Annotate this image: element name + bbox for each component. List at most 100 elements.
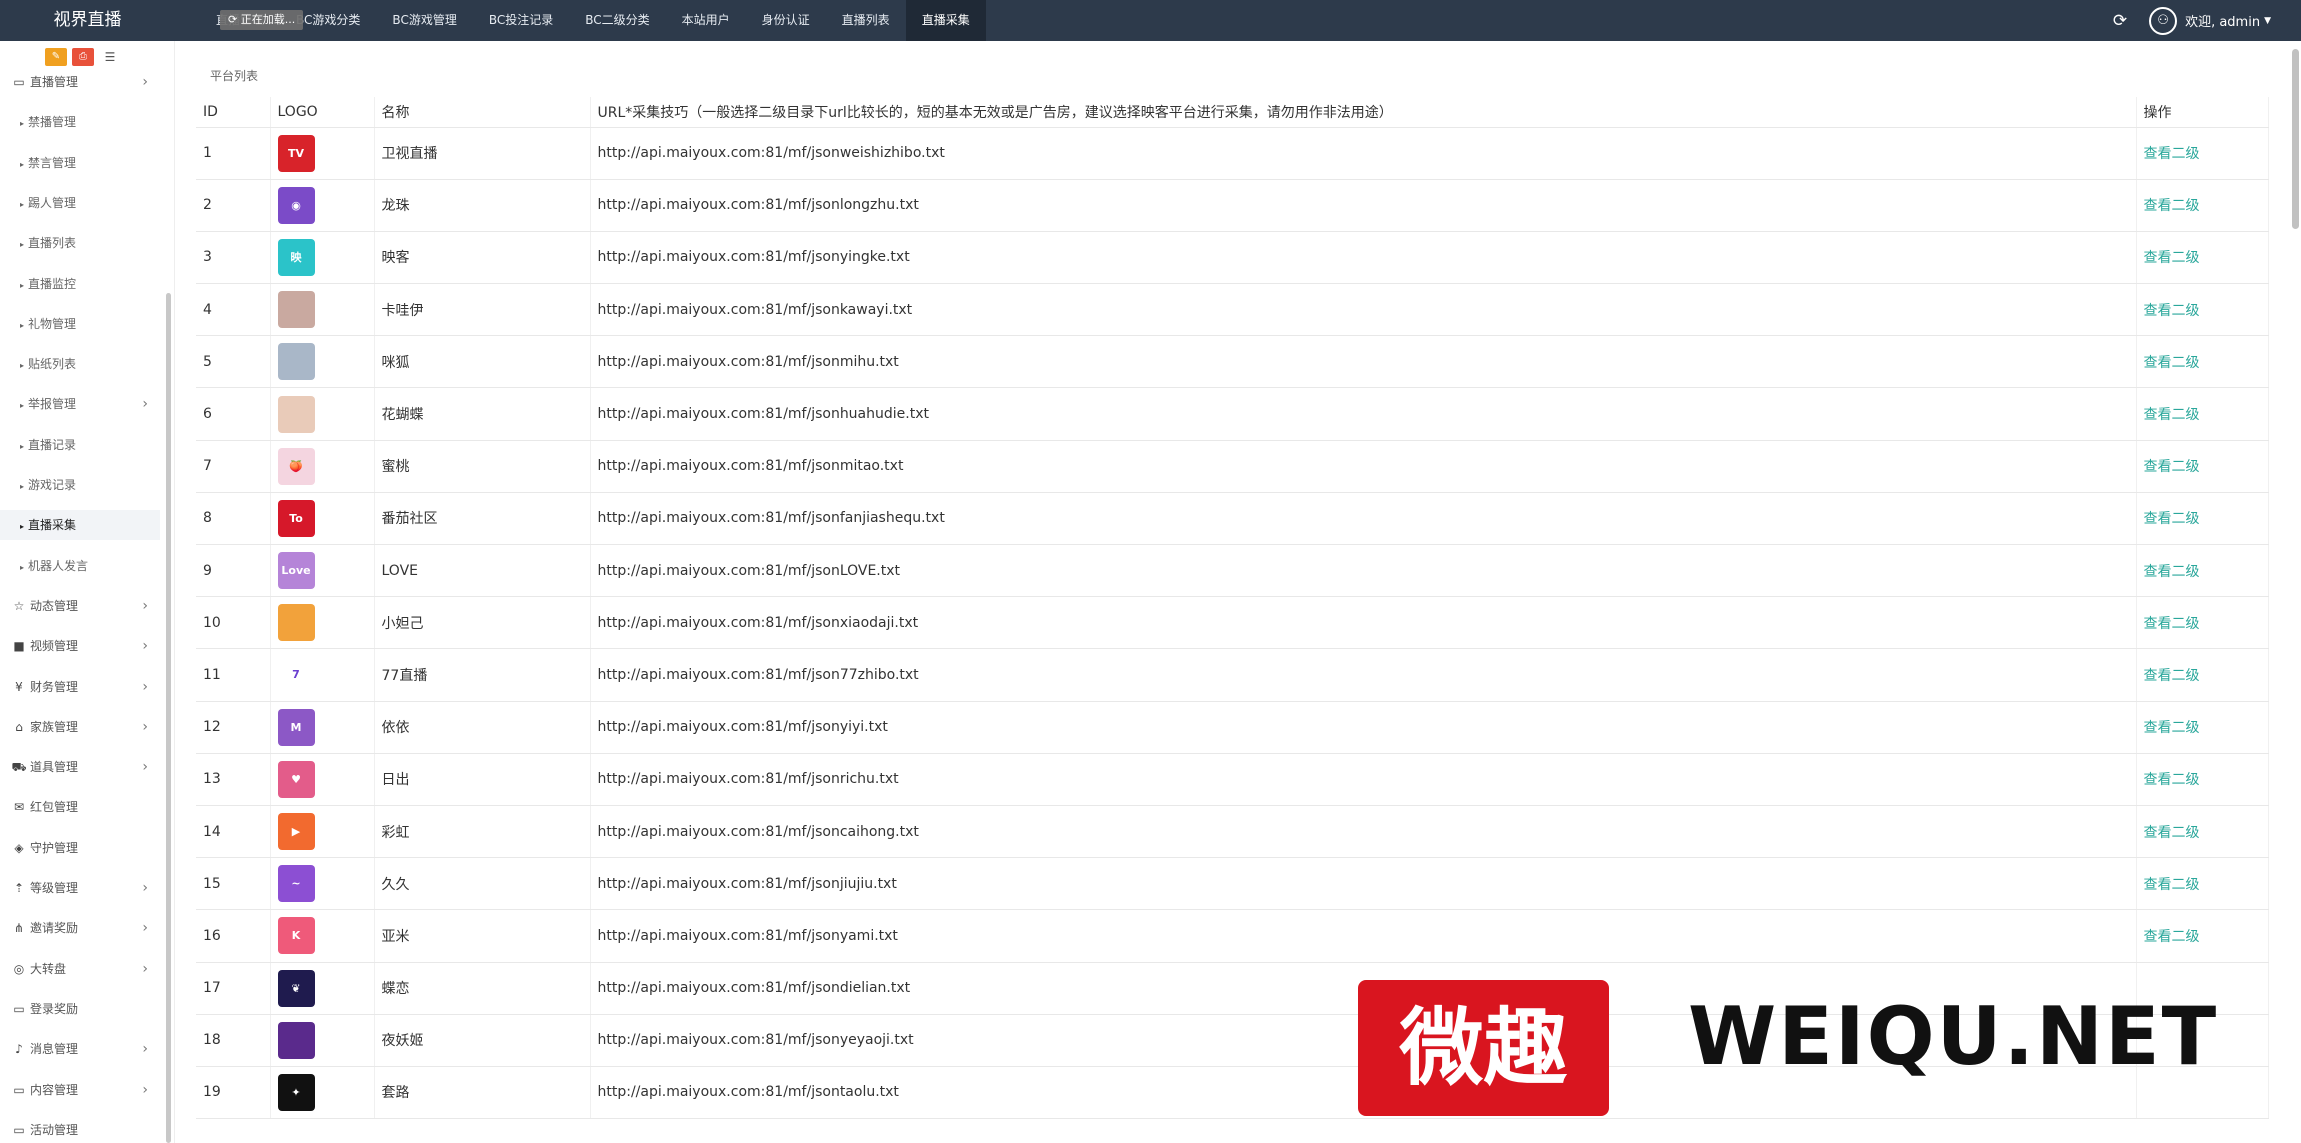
- sidebar-item-1[interactable]: ▸ 禁播管理: [0, 107, 160, 137]
- cell-id: 2: [196, 179, 271, 232]
- view-level2-link[interactable]: 查看二级: [2144, 929, 2200, 945]
- sidebar-item-14[interactable]: ■ 视频管理 ›: [0, 631, 160, 661]
- sidebar-item-2[interactable]: ▸ 禁言管理: [0, 148, 160, 178]
- view-level2-link[interactable]: 查看二级: [2144, 511, 2200, 527]
- sidebar-item-26[interactable]: ▭ 活动管理: [0, 1115, 160, 1143]
- view-level2-link[interactable]: 查看二级: [2144, 303, 2200, 319]
- sidebar-item-15[interactable]: ¥ 财务管理 ›: [0, 672, 160, 702]
- cell-logo: Love: [270, 544, 375, 598]
- view-level2-link[interactable]: 查看二级: [2144, 250, 2200, 266]
- view-level2-link[interactable]: 查看二级: [2144, 355, 2200, 371]
- yen-icon: ¥: [15, 679, 23, 694]
- top-right-tools: ⟳ ⚇ 欢迎, admin ▼: [2113, 0, 2271, 41]
- table-row: 8 To 番茄社区 http://api.maiyoux.com:81/mf/json…: [196, 492, 2269, 546]
- view-level2-link[interactable]: 查看二级: [2144, 459, 2200, 475]
- bell-icon: ♪: [15, 1042, 23, 1057]
- sidebar-scrollbar[interactable]: [166, 293, 171, 1143]
- tab-3[interactable]: BC投注记录: [473, 0, 569, 41]
- cell-action: 查看二级: [2136, 231, 2269, 285]
- sidebar-item-17[interactable]: ⛟ 道具管理 ›: [0, 752, 160, 782]
- sidebar-item-7[interactable]: ▸ 贴纸列表: [0, 349, 160, 379]
- tab-7[interactable]: 直播列表: [826, 0, 906, 41]
- cell-logo: M: [270, 701, 375, 754]
- bullet-icon: ▸: [20, 522, 25, 532]
- sidebar-item-label: 活动管理: [30, 1122, 79, 1137]
- tab-2[interactable]: BC游戏管理: [376, 0, 472, 41]
- user-greeting[interactable]: 欢迎, admin: [2185, 11, 2260, 30]
- cell-id: 19: [196, 1066, 271, 1120]
- sidebar-item-16[interactable]: ⌂ 家族管理 ›: [0, 712, 160, 742]
- table-row: 15 ~ 久久 http://api.maiyoux.com:81/mf/jsonji…: [196, 857, 2269, 911]
- table-row: 5 咪狐 http://api.maiyoux.com:81/mf/jsonmihu…: [196, 335, 2269, 389]
- tab-4[interactable]: BC二级分类: [569, 0, 665, 41]
- sidebar-item-6[interactable]: ▸ 礼物管理: [0, 309, 160, 339]
- view-level2-link[interactable]: 查看二级: [2144, 772, 2200, 788]
- sidebar-item-21[interactable]: ⋔ 邀请奖励 ›: [0, 913, 160, 943]
- view-level2-link[interactable]: 查看二级: [2144, 825, 2200, 841]
- refresh-icon[interactable]: ⟳: [2113, 11, 2127, 31]
- sidebar-item-24[interactable]: ♪ 消息管理 ›: [0, 1034, 160, 1064]
- sidebar-item-22[interactable]: ◎ 大转盘 ›: [0, 954, 160, 984]
- sidebar-item-11[interactable]: ▸ 直播采集: [0, 510, 160, 541]
- avatar[interactable]: ⚇: [2149, 6, 2178, 35]
- cell-url: http://api.maiyoux.com:81/mf/jsonmihu.tx…: [590, 335, 2137, 389]
- col-logo: LOGO: [270, 97, 375, 128]
- edit-icon[interactable]: ✎: [45, 48, 67, 66]
- sitemap-icon: ⋔: [13, 921, 25, 936]
- sidebar-item-0[interactable]: ▭ 直播管理 ›: [0, 67, 160, 97]
- sidebar-item-13[interactable]: ☆ 动态管理 ›: [0, 591, 160, 621]
- sidebar-item-10[interactable]: ▸ 游戏记录: [0, 470, 160, 500]
- tab-8[interactable]: 直播采集: [905, 0, 986, 41]
- chevron-right-icon: ›: [142, 74, 148, 90]
- view-level2-link[interactable]: 查看二级: [2144, 668, 2200, 684]
- sidebar-item-20[interactable]: ⇡ 等级管理 ›: [0, 873, 160, 903]
- cell-name: 番茄社区: [374, 492, 591, 546]
- app-brand[interactable]: 视界直播: [0, 0, 175, 41]
- cell-logo: K: [270, 909, 375, 963]
- tab-5[interactable]: 本站用户: [666, 0, 746, 41]
- view-level2-link[interactable]: 查看二级: [2144, 616, 2200, 632]
- table-row: 14 ▶ 彩虹 http://api.maiyoux.com:81/mf/jsonca…: [196, 805, 2269, 859]
- view-level2-link[interactable]: 查看二级: [2144, 877, 2200, 893]
- sidebar-item-3[interactable]: ▸ 踢人管理: [0, 188, 160, 218]
- sidebar-item-18[interactable]: ✉ 红包管理: [0, 792, 160, 822]
- chevron-down-icon[interactable]: ▼: [2264, 16, 2271, 26]
- sidebar-item-label: 道具管理: [30, 760, 79, 775]
- cell-id: 15: [196, 857, 271, 911]
- sidebar-item-label: 红包管理: [30, 800, 79, 815]
- bullet-icon: ▸: [20, 320, 25, 330]
- print-icon[interactable]: ⎙: [72, 48, 94, 66]
- sidebar-item-12[interactable]: ▸ 机器人发言: [0, 551, 160, 581]
- view-level2-link[interactable]: 查看二级: [2144, 720, 2200, 736]
- tab-6[interactable]: 身份认证: [746, 0, 826, 41]
- bullet-icon: ▸: [20, 361, 25, 371]
- view-level2-link[interactable]: 查看二级: [2144, 564, 2200, 580]
- sidebar-item-4[interactable]: ▸ 直播列表: [0, 228, 160, 258]
- main-scrollbar[interactable]: [2292, 49, 2299, 229]
- view-level2-link[interactable]: 查看二级: [2144, 198, 2200, 214]
- cell-name: 77直播: [374, 648, 591, 702]
- view-level2-link[interactable]: 查看二级: [2144, 146, 2200, 162]
- platform-logo: ◉: [277, 186, 315, 224]
- sidebar-item-9[interactable]: ▸ 直播记录: [0, 430, 160, 460]
- cell-action: 查看二级: [2136, 127, 2269, 180]
- cell-logo: TV: [270, 127, 375, 180]
- cell-action: 查看二级: [2136, 387, 2269, 441]
- sidebar-item-label: 消息管理: [30, 1042, 79, 1057]
- cell-logo: [270, 335, 375, 389]
- sidebar-item-5[interactable]: ▸ 直播监控: [0, 269, 160, 299]
- list-icon[interactable]: ☰: [99, 48, 121, 66]
- sidebar-item-25[interactable]: ▭ 内容管理 ›: [0, 1075, 160, 1105]
- cell-name: 日出: [374, 753, 591, 806]
- chevron-right-icon: ›: [142, 396, 148, 413]
- view-level2-link[interactable]: 查看二级: [2144, 407, 2200, 423]
- bullet-icon: ▸: [20, 401, 25, 411]
- cell-id: 18: [196, 1014, 271, 1067]
- cell-logo: [270, 283, 375, 337]
- sidebar-item-19[interactable]: ◈ 守护管理: [0, 833, 160, 863]
- cell-url: http://api.maiyoux.com:81/mf/jsonweishiz…: [590, 127, 2137, 180]
- platform-logo: To: [277, 499, 315, 537]
- sidebar-item-8[interactable]: ▸ 举报管理 ›: [0, 389, 160, 419]
- table-row: 16 K 亚米 http://api.maiyoux.com:81/mf/jsonya…: [196, 909, 2269, 963]
- sidebar-item-23[interactable]: ▭ 登录奖励: [0, 994, 160, 1024]
